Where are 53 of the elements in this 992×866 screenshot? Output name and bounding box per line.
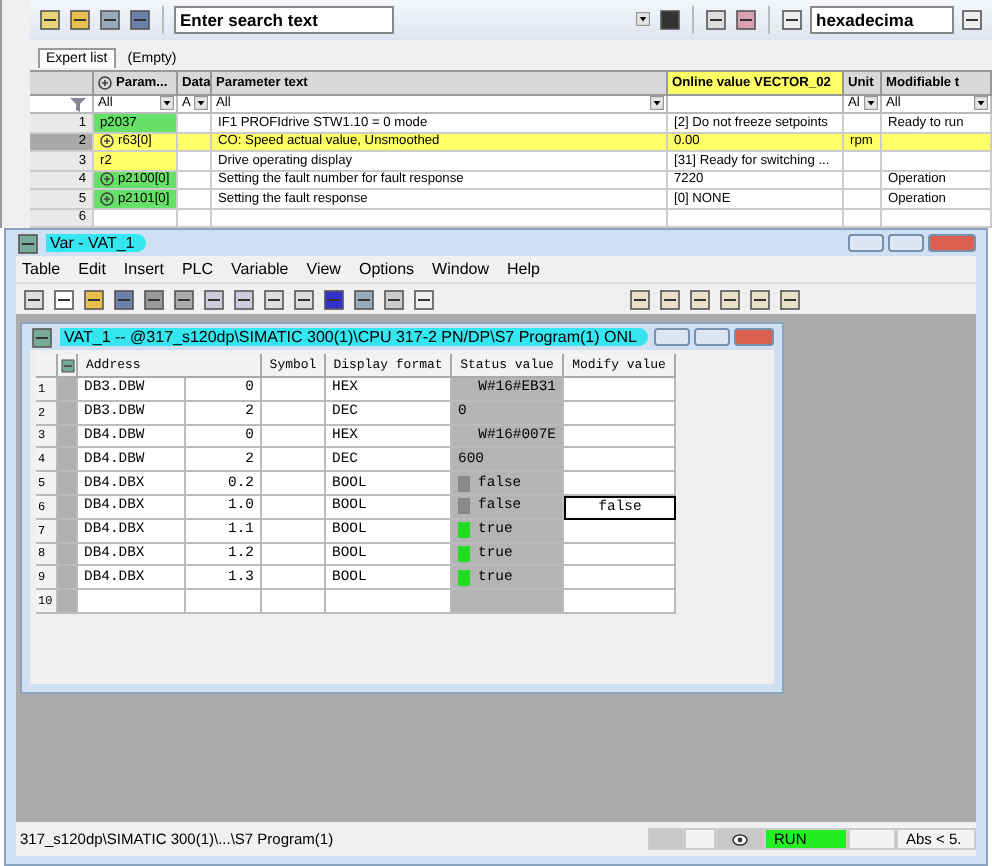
- expand-icon[interactable]: [100, 191, 114, 206]
- expand-icon[interactable]: [98, 75, 112, 89]
- table-cell: [844, 152, 882, 171]
- dropdown-arrow-icon[interactable]: [194, 96, 208, 111]
- maximize-button[interactable]: [888, 234, 924, 252]
- window-title: VAT_1 -- @317_s120dp\SIMATIC 300(1)\CPU 317-2 PN/DP\S7 Program(1) ONL: [60, 328, 649, 346]
- table-cell: [262, 519, 326, 544]
- dropdown-arrow-icon[interactable]: [974, 96, 988, 111]
- table-cell: [262, 378, 326, 402]
- dropdown-arrow-icon[interactable]: [636, 12, 650, 27]
- maximize-button[interactable]: [694, 328, 731, 346]
- table-cell: [78, 590, 186, 614]
- table-cell: [882, 152, 992, 171]
- dropdown-arrow-icon[interactable]: [160, 96, 174, 111]
- menu-item[interactable]: Options: [358, 260, 415, 278]
- dropdown-arrow-icon[interactable]: [864, 96, 878, 111]
- table-cell: [262, 401, 326, 426]
- window-title: Var - VAT_1: [46, 234, 147, 252]
- menu-item[interactable]: View: [306, 260, 341, 278]
- table-cell: [262, 590, 326, 614]
- menu-item[interactable]: Edit: [78, 260, 106, 278]
- table-cell: [262, 566, 326, 591]
- menu-item[interactable]: Variable: [231, 260, 289, 278]
- table-cell: [564, 425, 676, 449]
- status-panel: [648, 828, 684, 850]
- minimize-button[interactable]: [654, 328, 691, 346]
- dropdown-arrow-icon[interactable]: [650, 96, 664, 111]
- table-cell: [262, 543, 326, 567]
- menu-item[interactable]: Table: [22, 260, 61, 278]
- table-cell: [564, 401, 676, 426]
- minimize-button[interactable]: [848, 234, 884, 252]
- table-cell: [564, 448, 676, 473]
- table-cell: [564, 590, 676, 614]
- menu-item[interactable]: PLC: [181, 260, 213, 278]
- menu-item[interactable]: Window: [432, 260, 489, 278]
- format-dropdown[interactable]: hexadecima: [810, 5, 954, 34]
- table-cell: [262, 495, 326, 520]
- table-cell: [186, 590, 262, 614]
- expand-icon[interactable]: [100, 172, 114, 187]
- table-cell: [564, 378, 676, 402]
- table-cell: [262, 472, 326, 496]
- expand-icon[interactable]: [100, 134, 114, 149]
- eye-icon: [732, 831, 748, 847]
- table-cell: [262, 425, 326, 449]
- search-field[interactable]: Enter search text: [174, 5, 394, 34]
- table-cell: [844, 114, 882, 133]
- table-cell: [326, 590, 452, 614]
- status-panel: [848, 828, 896, 850]
- menu-item[interactable]: Help: [507, 260, 540, 278]
- table-cell: [844, 190, 882, 209]
- table-cell: [262, 448, 326, 473]
- menu-item[interactable]: Insert: [123, 260, 164, 278]
- close-button[interactable]: [734, 328, 775, 346]
